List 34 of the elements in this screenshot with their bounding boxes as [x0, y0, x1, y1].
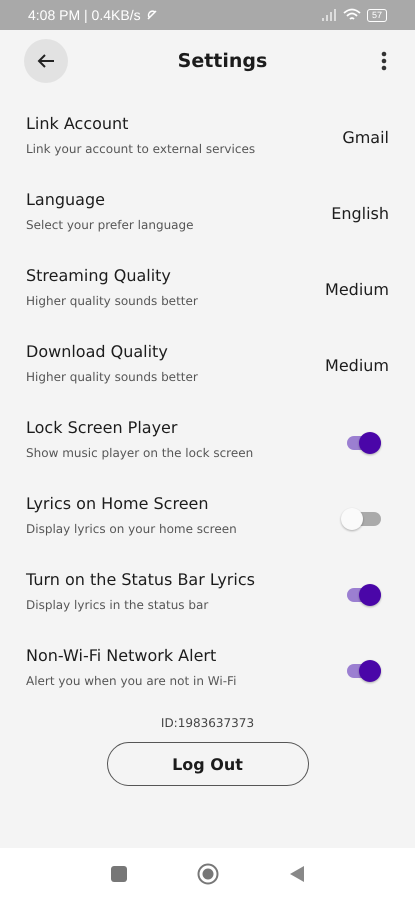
setting-description: Show music player on the lock screen: [26, 446, 254, 460]
setting-title: Link Account: [26, 114, 130, 133]
wifi-icon: [342, 8, 361, 22]
setting-value[interactable]: Medium: [325, 280, 389, 299]
battery-icon: 57: [366, 8, 387, 22]
setting-title: Download Quality: [26, 342, 169, 361]
setting-title: Lock Screen Player: [26, 418, 178, 437]
home-button[interactable]: [196, 862, 218, 884]
back-arrow-icon: [37, 53, 55, 69]
setting-description: Link your account to external services: [26, 142, 256, 156]
setting-description: Alert you when you are not in Wi-Fi: [26, 674, 236, 688]
setting-description: Display lyrics on your home screen: [26, 522, 237, 536]
setting-value[interactable]: English: [331, 204, 389, 223]
setting-description: Higher quality sounds better: [26, 370, 198, 384]
back-button[interactable]: [24, 39, 68, 83]
toggle-switch[interactable]: [341, 508, 381, 530]
setting-value[interactable]: Gmail: [342, 128, 389, 147]
setting-description: Display lyrics in the status bar: [26, 598, 210, 612]
setting-description: Higher quality sounds better: [26, 294, 198, 308]
setting-value[interactable]: Medium: [325, 356, 389, 375]
log-out-button[interactable]: Log Out: [106, 742, 308, 786]
setting-title: Language: [26, 190, 106, 209]
setting-title: Lyrics on Home Screen: [26, 494, 210, 513]
back-nav-button[interactable]: [288, 864, 304, 882]
status-time: 4:08 PM | 0.4KB/s: [28, 7, 141, 23]
signal-icon: [320, 9, 337, 21]
setting-title: Turn on the Status Bar Lyrics: [26, 570, 255, 589]
page-title: Settings: [178, 50, 268, 72]
account-id: ID:1983637373: [160, 716, 256, 730]
setting-title: Non-Wi-Fi Network Alert: [26, 646, 218, 665]
recents-button[interactable]: [110, 866, 126, 882]
setting-title: Streaming Quality: [26, 266, 172, 285]
more-icon: [381, 51, 387, 71]
setting-description: Select your prefer language: [26, 218, 194, 232]
